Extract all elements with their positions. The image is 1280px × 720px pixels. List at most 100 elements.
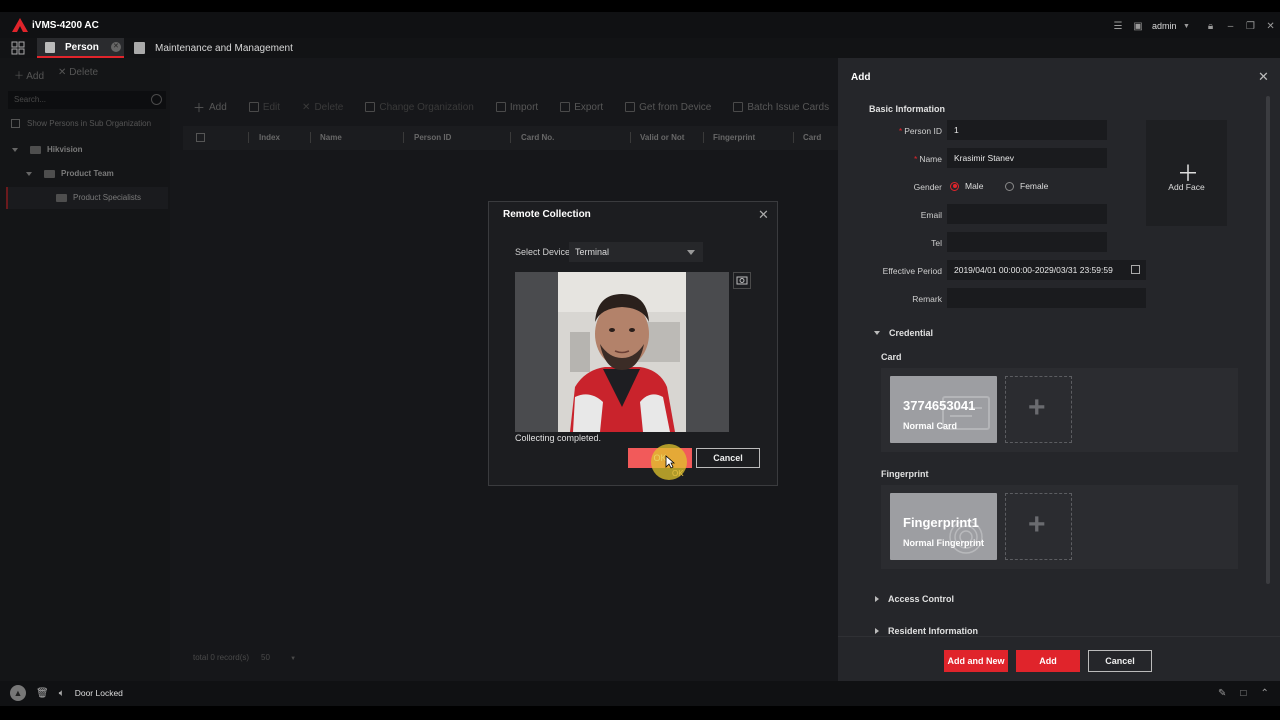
title-bar-controls: ☰ ▣ admin ▼ 🔒︎ – ❐ ✕: [1108, 19, 1280, 33]
basic-information-title: Basic Information: [869, 104, 946, 114]
column-header-person-id[interactable]: Person ID: [414, 133, 451, 142]
column-header-card[interactable]: Card: [803, 133, 821, 142]
restore-icon[interactable]: ❐: [1241, 19, 1261, 33]
person-toolbar: ＋ Add Edit ✕ Delete Change Organization Im…: [193, 99, 851, 116]
panel-title: Add: [851, 72, 871, 83]
email-label: Email: [920, 210, 942, 220]
letterbox-top: [0, 0, 1280, 12]
search-icon[interactable]: [151, 94, 162, 105]
batch-issue-cards-button[interactable]: Batch Issue Cards: [733, 102, 829, 113]
tree-item-hikvision[interactable]: Hikvision: [12, 145, 83, 154]
toolbar-label: Edit: [262, 101, 281, 113]
camera-preview: [515, 272, 729, 432]
user-menu[interactable]: admin: [1152, 21, 1177, 31]
camera-icon[interactable]: [733, 272, 751, 289]
column-divider: [630, 132, 631, 143]
grid-icon[interactable]: [11, 41, 25, 55]
effective-period-label: Effective Period: [882, 266, 942, 276]
chevron-up-icon[interactable]: ⌃: [1260, 688, 1268, 699]
organization-toolbar: ＋ Add ✕ Delete: [14, 67, 98, 82]
toolbar-label: Import: [509, 101, 539, 113]
gender-male-radio[interactable]: Male: [950, 181, 983, 191]
remark-field[interactable]: [947, 288, 1146, 308]
hikvision-logo-icon: [12, 18, 28, 32]
fullscreen-icon[interactable]: □: [1240, 688, 1246, 699]
toolbar-label: Get from Device: [639, 101, 712, 113]
export-button[interactable]: Export: [560, 102, 603, 113]
column-header-card-no[interactable]: Card No.: [521, 133, 554, 142]
tel-field[interactable]: [947, 232, 1107, 252]
warning-icon[interactable]: ▲: [10, 685, 26, 701]
expand-icon[interactable]: [26, 171, 32, 176]
import-icon: [495, 102, 506, 112]
trash-icon[interactable]: 🗑︎: [36, 688, 49, 699]
credential-title: Credential: [889, 328, 934, 338]
edit-person-button[interactable]: Edit: [248, 101, 281, 113]
org-add-button[interactable]: ＋ Add: [14, 67, 44, 82]
card-number: 3774653041: [903, 398, 976, 413]
pin-icon[interactable]: ✎: [1218, 688, 1226, 699]
add-face-label: Add Face: [1168, 182, 1205, 192]
column-header-valid[interactable]: Valid or Not: [640, 133, 684, 142]
dialog-cancel-button[interactable]: Cancel: [696, 448, 760, 468]
email-field[interactable]: [947, 204, 1107, 224]
list-icon[interactable]: ☰: [1108, 19, 1128, 33]
org-delete-button[interactable]: ✕ Delete: [58, 67, 98, 82]
expand-icon[interactable]: [12, 147, 18, 152]
select-all-checkbox[interactable]: [196, 133, 205, 142]
get-from-device-button[interactable]: Get from Device: [625, 102, 711, 113]
tree-item-product-specialists[interactable]: Product Specialists: [56, 193, 141, 202]
chevron-down-icon: [687, 250, 695, 255]
lock-icon[interactable]: 🔒︎: [1201, 19, 1221, 33]
column-header-index[interactable]: Index: [259, 133, 280, 142]
add-face-button[interactable]: ＋ Add Face: [1146, 120, 1227, 226]
speaker-icon[interactable]: 🔈︎: [59, 688, 65, 699]
card-title: Card: [881, 352, 902, 362]
effective-period-field[interactable]: 2019/04/01 00:00:00-2029/03/31 23:59:59: [947, 260, 1146, 280]
calendar-icon[interactable]: [1131, 265, 1140, 274]
name-field[interactable]: Krasimir Stanev: [947, 148, 1107, 168]
close-icon[interactable]: ✕: [758, 207, 769, 223]
add-person-button[interactable]: ＋ Add: [193, 99, 227, 116]
checkbox[interactable]: [11, 119, 20, 128]
org-search-input[interactable]: Search...: [8, 91, 166, 109]
chevron-right-icon: [875, 596, 879, 602]
tree-item-product-team[interactable]: Product Team: [26, 169, 114, 178]
add-card-button[interactable]: +: [1005, 376, 1072, 443]
column-header-fingerprint[interactable]: Fingerprint: [713, 133, 755, 142]
minimize-icon[interactable]: –: [1221, 19, 1241, 33]
close-icon[interactable]: ✕: [1261, 19, 1280, 33]
delete-person-button[interactable]: ✕ Delete: [302, 102, 343, 113]
column-header-name[interactable]: Name: [320, 133, 342, 142]
image-icon[interactable]: ▣: [1128, 19, 1148, 33]
document-icon: [45, 41, 55, 53]
toolbar-label: Change Organization: [379, 101, 474, 113]
change-organization-button[interactable]: Change Organization: [365, 102, 474, 113]
tab-maintenance[interactable]: Maintenance and Management: [134, 38, 293, 58]
toolbar-label: Batch Issue Cards: [747, 101, 830, 113]
tab-close-icon[interactable]: ✕: [110, 42, 121, 52]
add-button[interactable]: Add: [1016, 650, 1080, 672]
gender-female-radio[interactable]: Female: [1005, 181, 1048, 191]
fingerprint-tile[interactable]: Fingerprint1 Normal Fingerprint: [890, 493, 997, 560]
import-button[interactable]: Import: [495, 101, 539, 113]
credential-section-toggle[interactable]: Credential: [874, 328, 933, 338]
select-device-dropdown[interactable]: Terminal: [569, 242, 703, 262]
add-fingerprint-button[interactable]: +: [1005, 493, 1072, 560]
tab-person[interactable]: Person ✕: [37, 38, 124, 58]
chevron-down-icon[interactable]: ▼: [1181, 19, 1193, 33]
add-and-new-button[interactable]: Add and New: [944, 650, 1008, 672]
resident-info-toggle[interactable]: Resident Information: [875, 626, 978, 636]
panel-cancel-button[interactable]: Cancel: [1088, 650, 1152, 672]
radio-icon[interactable]: [1005, 181, 1014, 191]
access-control-toggle[interactable]: Access Control: [875, 594, 954, 604]
person-id-label-text: Person ID: [904, 126, 942, 136]
show-sub-org-checkbox[interactable]: Show Persons in Sub Organization: [11, 119, 151, 128]
person-id-field[interactable]: 1: [947, 120, 1107, 140]
card-tile[interactable]: 3774653041 Normal Card: [890, 376, 997, 443]
close-icon[interactable]: ✕: [1258, 69, 1269, 85]
scrollbar[interactable]: [1266, 96, 1270, 584]
page-size-select[interactable]: 50 ▼: [261, 653, 296, 662]
plus-icon: +: [1028, 391, 1046, 424]
radio-selected-icon[interactable]: [950, 181, 959, 191]
